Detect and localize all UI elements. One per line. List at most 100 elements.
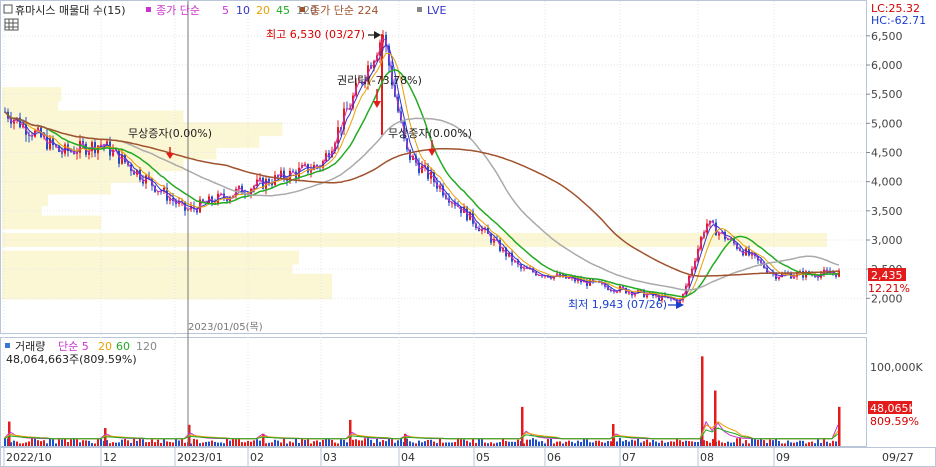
volume-readout: 48,064,663주(809.59%) bbox=[6, 353, 137, 366]
volume-bar bbox=[46, 443, 48, 446]
volume-bar bbox=[808, 442, 810, 446]
volume-bar bbox=[682, 441, 684, 446]
chart-window: 휴마시스 매물대 수(15) 종가 단순 5 10 20 45 120 종가 단… bbox=[0, 0, 936, 467]
volume-bar bbox=[247, 440, 249, 446]
low-annotation: 최저 1,943 (07/26) bbox=[568, 298, 667, 311]
volume-bar bbox=[133, 438, 135, 446]
volume-bar bbox=[238, 438, 240, 446]
volume-bar bbox=[127, 440, 129, 446]
volume-bar bbox=[439, 438, 441, 446]
volume-bar bbox=[559, 441, 561, 446]
volume-bar bbox=[244, 442, 246, 446]
legend-checkbox[interactable] bbox=[3, 4, 13, 14]
volume-bar bbox=[97, 438, 99, 446]
stock-chart[interactable]: 휴마시스 매물대 수(15) 종가 단순 5 10 20 45 120 종가 단… bbox=[0, 0, 936, 467]
x-tick-label: 04 bbox=[401, 451, 415, 464]
volume-bar bbox=[352, 439, 354, 446]
volume-bar bbox=[778, 440, 780, 446]
volume-bar bbox=[82, 440, 84, 446]
grid-icon[interactable] bbox=[4, 18, 19, 31]
volume-bar bbox=[721, 442, 723, 446]
volume-bar bbox=[676, 438, 678, 446]
volume-bar bbox=[31, 438, 33, 446]
volume-bar bbox=[457, 438, 459, 446]
volume-bar bbox=[658, 442, 660, 446]
volume-bar bbox=[364, 438, 366, 446]
volume-bar bbox=[301, 439, 303, 446]
volume-bar bbox=[256, 439, 258, 446]
hc-label: HC:-62.71 bbox=[871, 14, 926, 27]
volume-bar bbox=[727, 441, 729, 446]
y-tick-label: 4,000 bbox=[871, 176, 903, 189]
volume-bar bbox=[826, 441, 828, 446]
volume-bar bbox=[610, 441, 612, 446]
volume-bar bbox=[793, 442, 795, 446]
volume-spike-bar bbox=[838, 406, 841, 446]
volume-bar bbox=[151, 439, 153, 446]
volume-bar bbox=[373, 442, 375, 446]
event-arrow-1-head bbox=[373, 101, 381, 108]
volume-bars bbox=[4, 356, 841, 446]
legend-ma-20: 20 bbox=[256, 4, 270, 17]
y-tick-label: 4,500 bbox=[871, 147, 903, 160]
volume-bar bbox=[730, 442, 732, 446]
volume-bar bbox=[427, 439, 429, 446]
volume-bar bbox=[538, 441, 540, 446]
volume-bar bbox=[130, 442, 132, 446]
volume-bar bbox=[463, 439, 465, 446]
volume-bar bbox=[718, 440, 720, 446]
volume-bar bbox=[178, 440, 180, 446]
volume-bar bbox=[424, 441, 426, 446]
volume-bar bbox=[571, 441, 573, 446]
volume-bar bbox=[268, 442, 270, 446]
volume-bar bbox=[445, 442, 447, 446]
volume-bar bbox=[754, 439, 756, 446]
volume-bar bbox=[706, 440, 708, 446]
volume-bar bbox=[277, 440, 279, 446]
volume-bar bbox=[562, 443, 564, 446]
volume-bar bbox=[649, 442, 651, 446]
volume-profile-bar bbox=[2, 285, 332, 300]
volume-bar bbox=[451, 442, 453, 446]
volume-bar bbox=[499, 442, 501, 446]
volume-bar bbox=[574, 443, 576, 446]
volume-bar bbox=[355, 439, 357, 446]
volume-bar bbox=[814, 443, 816, 446]
high-arrow-head bbox=[374, 31, 381, 39]
volume-bar bbox=[193, 438, 195, 446]
legend-ma224-marker bbox=[300, 7, 305, 12]
volume-bar bbox=[466, 440, 468, 446]
volume-bar bbox=[802, 440, 804, 446]
volume-bar bbox=[736, 438, 738, 446]
volume-bar bbox=[313, 441, 315, 446]
volume-bar bbox=[733, 442, 735, 446]
volume-bar bbox=[367, 437, 369, 446]
volume-bar bbox=[652, 439, 654, 446]
volume-bar bbox=[511, 441, 513, 446]
volume-bar bbox=[163, 439, 165, 446]
volume-bar bbox=[619, 437, 621, 446]
volume-bar bbox=[781, 443, 783, 446]
volume-bar bbox=[655, 441, 657, 446]
volume-bar bbox=[19, 443, 21, 446]
volume-bar bbox=[664, 442, 666, 446]
volume-bar bbox=[397, 440, 399, 446]
volume-bar bbox=[49, 438, 51, 446]
volume-bar bbox=[175, 439, 177, 446]
volume-bar bbox=[583, 438, 585, 446]
volume-bar bbox=[136, 440, 138, 446]
volume-bar bbox=[799, 440, 801, 446]
volume-bar bbox=[598, 440, 600, 446]
volume-bar bbox=[643, 441, 645, 446]
volume-bar bbox=[487, 443, 489, 446]
volume-bar bbox=[94, 443, 96, 446]
y-tick-label: 3,500 bbox=[871, 205, 903, 218]
volume-spike-bar bbox=[714, 390, 717, 446]
volume-profile-bar bbox=[2, 215, 101, 230]
volume-bar bbox=[478, 438, 480, 446]
volume-bar bbox=[835, 441, 837, 446]
volume-bar bbox=[88, 440, 90, 446]
volume-bar bbox=[415, 443, 417, 446]
volume-bar bbox=[517, 439, 519, 446]
volume-bar bbox=[460, 439, 462, 446]
